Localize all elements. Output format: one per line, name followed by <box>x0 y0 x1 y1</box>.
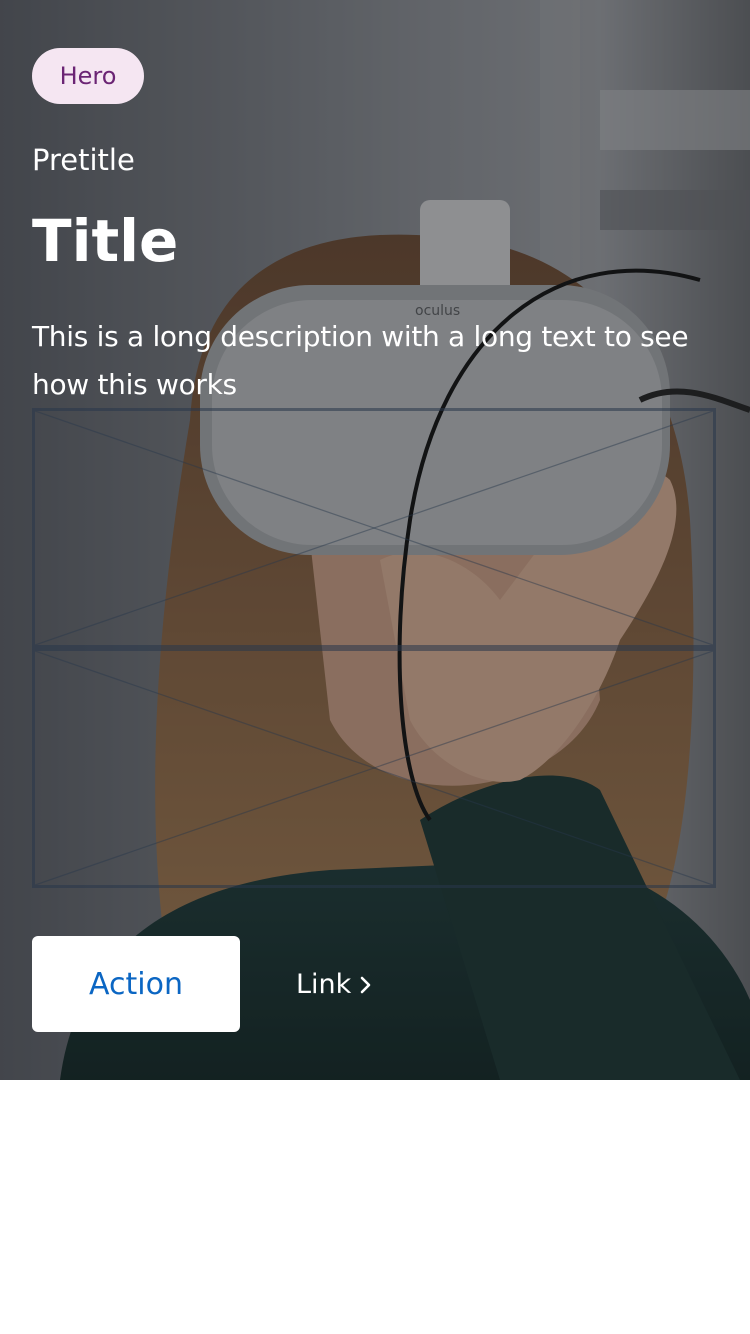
chevron-right-icon <box>360 976 371 994</box>
hero-tag: Hero <box>32 48 144 104</box>
placeholder-slot <box>32 408 716 648</box>
link-button[interactable]: Link <box>296 960 373 1010</box>
placeholder-slot <box>32 648 716 888</box>
link-label: Link <box>296 969 352 1000</box>
page-title: Title <box>32 207 179 275</box>
action-button[interactable]: Action <box>32 936 240 1032</box>
placeholder-cross-icon <box>35 651 713 885</box>
hero-section: oculus Hero Pretitle Title This is a lon… <box>0 0 750 1080</box>
pretitle: Pretitle <box>32 143 135 177</box>
hero-description: This is a long description with a long t… <box>32 320 689 401</box>
placeholder-cross-icon <box>35 411 713 645</box>
